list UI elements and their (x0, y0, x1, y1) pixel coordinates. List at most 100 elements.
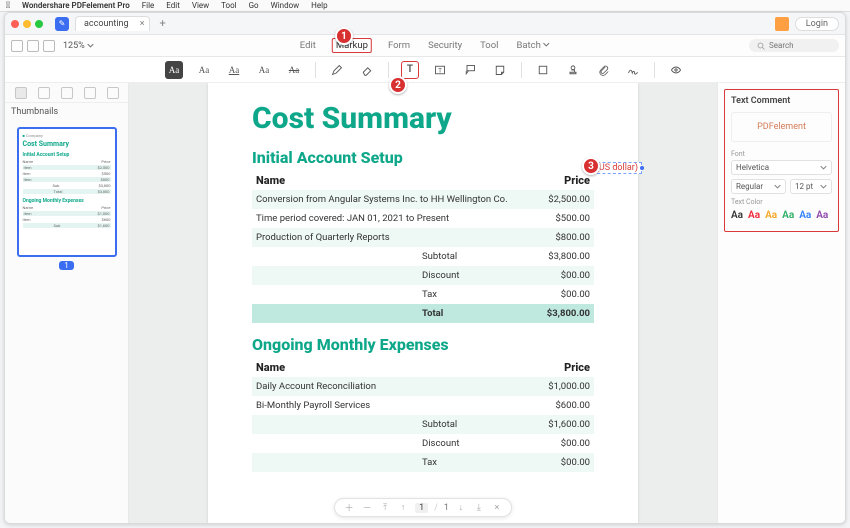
font-weight-select[interactable]: Regular (731, 179, 786, 194)
attach-button[interactable] (594, 61, 612, 79)
color-orange[interactable]: Aa (765, 210, 777, 221)
table-cell: Bi-Monthly Payroll Services (252, 396, 529, 415)
gift-icon[interactable] (775, 17, 789, 31)
tab-form[interactable]: Form (386, 38, 412, 53)
thumbnails-list: ■ Company Cost Summary Initial Account S… (5, 121, 128, 523)
search-icon (757, 42, 765, 50)
menu-help[interactable]: Help (311, 1, 327, 10)
table-cell: $1,000.00 (529, 377, 594, 396)
svg-text:T: T (438, 67, 442, 74)
grid-view-icon[interactable] (27, 40, 39, 52)
table-cell: Time period covered: JAN 01, 2021 to Pre… (252, 209, 538, 228)
document-tab[interactable]: accounting × (75, 16, 150, 31)
mac-menubar:  Wondershare PDFelement Pro File Edit V… (0, 0, 850, 12)
color-blue[interactable]: Aa (799, 210, 811, 221)
stamp-button[interactable] (564, 61, 582, 79)
stamp-icon (567, 64, 579, 76)
highlight-style-button[interactable]: Aa (165, 61, 183, 79)
subtotal-value: $3,800.00 (538, 247, 594, 266)
search-box[interactable] (749, 39, 839, 52)
subtotal-label: Subtotal (252, 415, 529, 434)
font-family-select[interactable]: Helvetica (731, 160, 832, 175)
close-toolbar-button[interactable]: × (491, 503, 503, 513)
next-page-button[interactable]: ↓ (455, 502, 467, 513)
app-name[interactable]: Wondershare PDFelement Pro (22, 1, 130, 10)
close-window-icon[interactable] (11, 20, 19, 28)
color-green[interactable]: Aa (782, 210, 794, 221)
table-cell: $2,500.00 (538, 190, 594, 209)
pencil-tool-button[interactable] (328, 61, 346, 79)
first-page-button[interactable]: ⤒ (379, 503, 391, 513)
zoom-out-button[interactable]: － (361, 501, 373, 514)
page-thumbnail[interactable]: ■ Company Cost Summary Initial Account S… (17, 127, 117, 257)
color-red[interactable]: Aa (748, 210, 760, 221)
tab-security[interactable]: Security (426, 38, 464, 53)
current-page-input[interactable]: 1 (415, 503, 428, 513)
callout-icon (464, 64, 476, 76)
strikethrough-button[interactable]: Aa (285, 61, 303, 79)
textbox-button[interactable]: T (431, 61, 449, 79)
text-comment-button[interactable]: T (401, 61, 419, 79)
page-title: Cost Summary (252, 101, 594, 136)
menu-go[interactable]: Go (249, 1, 259, 10)
minimize-window-icon[interactable] (23, 20, 31, 28)
color-purple[interactable]: Aa (816, 210, 828, 221)
page-view-icon[interactable] (43, 40, 55, 52)
annotations-tab-icon[interactable] (61, 87, 73, 99)
sidebar-title: Thumbnails (5, 103, 128, 121)
document-viewport[interactable]: Cost Summary Initial Account Setup NameP… (129, 83, 717, 523)
separator (521, 62, 522, 78)
sidebar-toggle-icon[interactable] (11, 40, 23, 52)
discount-label: Discount (252, 434, 529, 453)
prev-page-button[interactable]: ↑ (397, 502, 409, 513)
font-size-select[interactable]: 12 pt (790, 179, 832, 194)
search-tab-icon[interactable] (84, 87, 96, 99)
section-title: Initial Account Setup (252, 148, 594, 167)
tab-tool[interactable]: Tool (478, 38, 500, 53)
menu-tool[interactable]: Tool (221, 1, 236, 10)
separator (654, 62, 655, 78)
menu-window[interactable]: Window (271, 1, 300, 10)
tax-value: $00.00 (529, 453, 594, 472)
zoom-dropdown[interactable]: 125% (63, 41, 94, 51)
menu-view[interactable]: View (192, 1, 209, 10)
chevron-down-icon (87, 42, 94, 49)
table-cell: $600.00 (529, 396, 594, 415)
thumbnails-tab-icon[interactable] (15, 87, 27, 99)
tab-batch[interactable]: Batch (514, 38, 552, 53)
callout-button[interactable] (461, 61, 479, 79)
attachments-tab-icon[interactable] (107, 87, 119, 99)
new-tab-button[interactable]: + (156, 17, 170, 30)
sidebar-tabs (5, 83, 128, 103)
table-cell: Daily Account Reconciliation (252, 377, 529, 396)
signature-button[interactable] (624, 61, 642, 79)
resize-handle-icon[interactable] (640, 166, 644, 170)
tab-edit[interactable]: Edit (298, 38, 318, 53)
chevron-down-icon (543, 41, 550, 48)
underline-button[interactable]: Aa (225, 61, 243, 79)
text-color-label: Text Color (731, 198, 832, 206)
hide-annotations-button[interactable] (667, 61, 685, 79)
font-label: Font (731, 150, 832, 158)
total-label: Total (252, 304, 538, 323)
menu-edit[interactable]: Edit (166, 1, 180, 10)
text-style2-button[interactable]: Aa (255, 61, 273, 79)
shape-tool-button[interactable] (534, 61, 552, 79)
section-title: Ongoing Monthly Expenses (252, 335, 594, 354)
text-style-button[interactable]: Aa (195, 61, 213, 79)
maximize-window-icon[interactable] (35, 20, 43, 28)
chevron-down-icon (774, 183, 781, 190)
close-tab-icon[interactable]: × (140, 19, 145, 29)
apple-menu-icon[interactable]:  (6, 1, 10, 11)
tax-value: $00.00 (538, 285, 594, 304)
color-black[interactable]: Aa (731, 210, 743, 221)
body: Thumbnails ■ Company Cost Summary Initia… (5, 83, 845, 523)
sticky-note-button[interactable] (491, 61, 509, 79)
last-page-button[interactable]: ⤓ (473, 503, 485, 513)
menu-file[interactable]: File (142, 1, 155, 10)
zoom-in-button[interactable]: ＋ (343, 501, 355, 514)
bookmarks-tab-icon[interactable] (38, 87, 50, 99)
search-input[interactable] (769, 41, 829, 50)
login-button[interactable]: Login (795, 17, 839, 31)
eraser-tool-button[interactable] (358, 61, 376, 79)
